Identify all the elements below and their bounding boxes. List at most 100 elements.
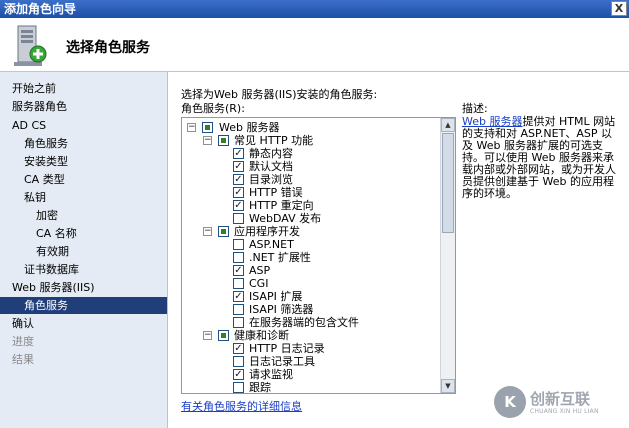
checkbox-partial[interactable] <box>218 330 229 341</box>
step-label: 角色服务 <box>24 137 68 150</box>
step-label: 证书数据库 <box>24 263 79 276</box>
close-button[interactable]: X <box>611 1 627 16</box>
checkbox-unchecked[interactable] <box>233 356 244 367</box>
step-label: 安装类型 <box>24 155 68 168</box>
checkbox-unchecked[interactable] <box>233 239 244 250</box>
step-ca-type[interactable]: CA 类型 <box>24 171 65 188</box>
tree-item-request-monitor[interactable]: 请求监视 <box>249 368 293 381</box>
tree-item-logging-tools[interactable]: 日志记录工具 <box>249 355 315 368</box>
checkbox-checked[interactable]: ✓ <box>233 369 244 380</box>
checkbox-unchecked[interactable] <box>233 278 244 289</box>
role-services-info-link[interactable]: 有关角色服务的详细信息 <box>181 398 302 414</box>
step-adcs-role-services[interactable]: 角色服务 <box>24 135 68 152</box>
step-iis-role-services[interactable]: 角色服务 <box>0 297 167 314</box>
tree-item-webdav[interactable]: WebDAV 发布 <box>249 212 321 225</box>
checkbox-checked[interactable]: ✓ <box>233 291 244 302</box>
watermark-logo-icon: K <box>494 386 526 418</box>
tree-item-aspnet[interactable]: ASP.NET <box>249 238 294 251</box>
wizard-header: 选择角色服务 <box>0 18 629 72</box>
checkbox-partial[interactable] <box>218 135 229 146</box>
step-setup-type[interactable]: 安装类型 <box>24 153 68 170</box>
page-title: 选择角色服务 <box>66 40 150 56</box>
checkbox-unchecked[interactable] <box>233 317 244 328</box>
step-label: 确认 <box>12 317 34 330</box>
collapse-toggle[interactable]: − <box>203 227 212 236</box>
tree-item-http-logging[interactable]: HTTP 日志记录 <box>249 342 325 355</box>
description-body: 提供对 HTML 网站的支持和对 ASP.NET、ASP 以及 Web 服务器扩… <box>462 115 616 200</box>
window-titlebar: 添加角色向导 X <box>0 0 629 18</box>
step-server-roles[interactable]: 服务器角色 <box>12 98 67 115</box>
scroll-thumb[interactable] <box>442 133 454 233</box>
tree-item-common-http[interactable]: 常见 HTTP 功能 <box>234 134 313 147</box>
step-label: 角色服务 <box>24 299 68 312</box>
checkbox-checked[interactable]: ✓ <box>233 265 244 276</box>
step-before-you-begin[interactable]: 开始之前 <box>12 80 56 97</box>
step-progress: 进度 <box>12 333 34 350</box>
wizard-steps-sidebar: 开始之前 服务器角色 AD CS 角色服务 安装类型 CA 类型 私钥 加密 C… <box>0 72 168 428</box>
scroll-down-arrow-icon[interactable]: ▼ <box>441 379 455 393</box>
tree-item-tracing[interactable]: 跟踪 <box>249 381 271 393</box>
checkbox-checked[interactable]: ✓ <box>233 343 244 354</box>
step-label: 开始之前 <box>12 82 56 95</box>
step-label: 私钥 <box>24 191 46 204</box>
step-cryptography[interactable]: 加密 <box>36 207 58 224</box>
tree-item-server-side-includes[interactable]: 在服务器端的包含文件 <box>249 316 359 329</box>
tree-item-http-errors[interactable]: HTTP 错误 <box>249 186 303 199</box>
step-confirmation[interactable]: 确认 <box>12 315 34 332</box>
tree-item-isapi-filters[interactable]: ISAPI 筛选器 <box>249 303 313 316</box>
window-title: 添加角色向导 <box>4 2 77 16</box>
collapse-toggle[interactable]: − <box>203 136 212 145</box>
step-ca-name[interactable]: CA 名称 <box>36 225 77 242</box>
step-label: CA 名称 <box>36 227 77 240</box>
server-add-icon <box>14 25 47 66</box>
step-label: CA 类型 <box>24 173 65 186</box>
step-label: Web 服务器(IIS) <box>12 281 95 294</box>
step-results: 结果 <box>12 351 34 368</box>
step-validity-period[interactable]: 有效期 <box>36 243 69 260</box>
checkbox-checked[interactable]: ✓ <box>233 187 244 198</box>
tree-item-http-redirection[interactable]: HTTP 重定向 <box>249 199 314 212</box>
step-ad-cs[interactable]: AD CS <box>12 117 46 134</box>
watermark-subtitle: CHUANG XIN HU LIAN <box>530 408 599 415</box>
tree-item-app-development[interactable]: 应用程序开发 <box>234 225 300 238</box>
checkbox-checked[interactable]: ✓ <box>233 148 244 159</box>
checkbox-unchecked[interactable] <box>233 213 244 224</box>
checkbox-checked[interactable]: ✓ <box>233 174 244 185</box>
checkbox-unchecked[interactable] <box>233 304 244 315</box>
checkbox-unchecked[interactable] <box>233 382 244 393</box>
tree-item-cgi[interactable]: CGI <box>249 277 268 290</box>
step-label: AD CS <box>12 119 47 132</box>
checkbox-checked[interactable]: ✓ <box>233 161 244 172</box>
watermark-name: 创新互联 <box>530 390 591 408</box>
step-web-server-iis[interactable]: Web 服务器(IIS) <box>12 279 95 296</box>
step-label: 有效期 <box>36 245 69 258</box>
step-label: 服务器角色 <box>12 100 67 113</box>
collapse-toggle[interactable]: − <box>187 123 196 132</box>
tree-item-static-content[interactable]: 静态内容 <box>249 147 293 160</box>
tree-item-health-diagnostics[interactable]: 健康和诊断 <box>234 329 289 342</box>
main-panel: 选择为Web 服务器(IIS)安装的角色服务: 角色服务(R): 描述: − W… <box>169 72 629 428</box>
tree-item-asp[interactable]: ASP <box>249 264 270 277</box>
step-label: 进度 <box>12 335 34 348</box>
description-text: Web 服务器提供对 HTML 网站的支持和对 ASP.NET、ASP 以及 W… <box>462 116 622 200</box>
step-certificate-database[interactable]: 证书数据库 <box>24 261 79 278</box>
tree-item-net-extensibility[interactable]: .NET 扩展性 <box>249 251 311 264</box>
checkbox-partial[interactable] <box>202 122 213 133</box>
scroll-up-arrow-icon[interactable]: ▲ <box>441 118 455 132</box>
step-label: 结果 <box>12 353 34 366</box>
tree-item-directory-browsing[interactable]: 目录浏览 <box>249 173 293 186</box>
checkbox-partial[interactable] <box>218 226 229 237</box>
role-services-label: 角色服务(R): <box>181 102 245 115</box>
step-private-key[interactable]: 私钥 <box>24 189 46 206</box>
collapse-toggle[interactable]: − <box>203 331 212 340</box>
step-label: 加密 <box>36 209 58 222</box>
tree-item-default-document[interactable]: 默认文档 <box>249 160 293 173</box>
checkbox-unchecked[interactable] <box>233 252 244 263</box>
description-label: 描述: <box>462 102 488 115</box>
role-services-tree[interactable]: − Web 服务器 − 常见 HTTP 功能 ✓ 静态内容 ✓ 默认文档 ✓ 目… <box>181 117 456 394</box>
checkbox-checked[interactable]: ✓ <box>233 200 244 211</box>
watermark: K 创新互联 CHUANG XIN HU LIAN <box>494 384 626 422</box>
tree-item-web-server[interactable]: Web 服务器 <box>219 121 279 134</box>
tree-item-isapi-extensions[interactable]: ISAPI 扩展 <box>249 290 302 303</box>
tree-scrollbar[interactable]: ▲ ▼ <box>440 118 455 393</box>
